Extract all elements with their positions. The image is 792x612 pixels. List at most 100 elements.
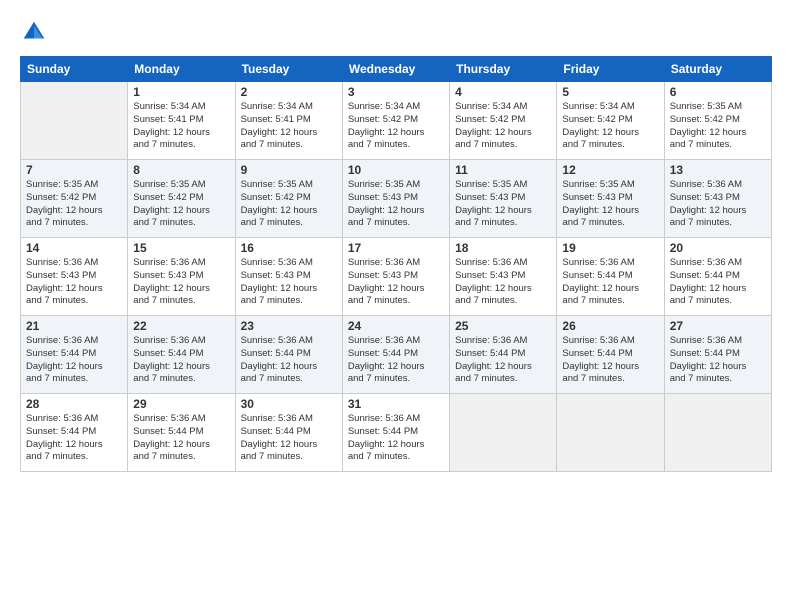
calendar-cell: 21 Sunrise: 5:36 AM Sunset: 5:44 PM Dayli… <box>21 316 128 394</box>
calendar-cell <box>450 394 557 472</box>
calendar-cell: 9 Sunrise: 5:35 AM Sunset: 5:42 PM Daylig… <box>235 160 342 238</box>
day-number: 20 <box>670 241 766 255</box>
calendar-header-saturday: Saturday <box>664 57 771 82</box>
calendar-week-row: 7Sunrise: 5:35 AM Sunset: 5:42 PM Daylig… <box>21 160 772 238</box>
day-info: Sunrise: 5:36 AM Sunset: 5:44 PM Dayligh… <box>133 335 229 386</box>
day-number: 31 <box>348 397 444 411</box>
calendar-cell: 2Sunrise: 5:34 AM Sunset: 5:41 PM Daylig… <box>235 82 342 160</box>
day-info: Sunrise: 5:36 AM Sunset: 5:44 PM Dayligh… <box>26 335 122 386</box>
day-number: 28 <box>26 397 122 411</box>
calendar-cell: 20 Sunrise: 5:36 AM Sunset: 5:44 PM Dayli… <box>664 238 771 316</box>
day-number: 18 <box>455 241 551 255</box>
calendar-cell: 1 Sunrise: 5:34 AM Sunset: 5:41 PM Daylig… <box>128 82 235 160</box>
day-info: Sunrise: 5:36 AM Sunset: 5:44 PM Dayligh… <box>455 335 551 386</box>
calendar-header-wednesday: Wednesday <box>342 57 449 82</box>
day-info: Sunrise: 5:36 AM Sunset: 5:43 PM Dayligh… <box>348 257 444 308</box>
calendar-cell: 31 Sunrise: 5:36 AM Sunset: 5:44 PM Dayli… <box>342 394 449 472</box>
calendar-week-row: 1 Sunrise: 5:34 AM Sunset: 5:41 PM Daylig… <box>21 82 772 160</box>
day-info: Sunrise: 5:35 AM Sunset: 5:42 PM Dayligh… <box>133 179 229 230</box>
day-number: 27 <box>670 319 766 333</box>
day-info: Sunrise: 5:36 AM Sunset: 5:43 PM Dayligh… <box>133 257 229 308</box>
day-info: Sunrise: 5:34 AM Sunset: 5:42 PM Dayligh… <box>562 101 658 152</box>
day-number: 9 <box>241 163 337 177</box>
day-number: 17 <box>348 241 444 255</box>
header <box>20 18 772 46</box>
calendar-cell: 28 Sunrise: 5:36 AM Sunset: 5:44 PM Dayli… <box>21 394 128 472</box>
calendar-header-sunday: Sunday <box>21 57 128 82</box>
day-info: Sunrise: 5:34 AM Sunset: 5:41 PM Dayligh… <box>241 101 337 152</box>
calendar-cell: 29 Sunrise: 5:36 AM Sunset: 5:44 PM Dayli… <box>128 394 235 472</box>
day-number: 1 <box>133 85 229 99</box>
logo-icon <box>20 18 48 46</box>
day-info: Sunrise: 5:35 AM Sunset: 5:42 PM Dayligh… <box>26 179 122 230</box>
calendar-week-row: 14Sunrise: 5:36 AM Sunset: 5:43 PM Dayli… <box>21 238 772 316</box>
day-number: 30 <box>241 397 337 411</box>
calendar-cell: 27 Sunrise: 5:36 AM Sunset: 5:44 PM Dayli… <box>664 316 771 394</box>
day-info: Sunrise: 5:36 AM Sunset: 5:44 PM Dayligh… <box>670 257 766 308</box>
calendar-cell: 17 Sunrise: 5:36 AM Sunset: 5:43 PM Dayli… <box>342 238 449 316</box>
day-number: 10 <box>348 163 444 177</box>
calendar-cell: 18 Sunrise: 5:36 AM Sunset: 5:43 PM Dayli… <box>450 238 557 316</box>
day-number: 24 <box>348 319 444 333</box>
calendar-cell: 30 Sunrise: 5:36 AM Sunset: 5:44 PM Dayli… <box>235 394 342 472</box>
day-info: Sunrise: 5:34 AM Sunset: 5:41 PM Dayligh… <box>133 101 229 152</box>
calendar-cell: 24 Sunrise: 5:36 AM Sunset: 5:44 PM Dayli… <box>342 316 449 394</box>
calendar-cell: 7Sunrise: 5:35 AM Sunset: 5:42 PM Daylig… <box>21 160 128 238</box>
calendar-cell: 5 Sunrise: 5:34 AM Sunset: 5:42 PM Daylig… <box>557 82 664 160</box>
day-info: Sunrise: 5:36 AM Sunset: 5:44 PM Dayligh… <box>562 335 658 386</box>
calendar-cell: 3Sunrise: 5:34 AM Sunset: 5:42 PM Daylig… <box>342 82 449 160</box>
day-info: Sunrise: 5:35 AM Sunset: 5:42 PM Dayligh… <box>670 101 766 152</box>
day-number: 29 <box>133 397 229 411</box>
calendar-cell: 14Sunrise: 5:36 AM Sunset: 5:43 PM Dayli… <box>21 238 128 316</box>
calendar-cell: 13 Sunrise: 5:36 AM Sunset: 5:43 PM Dayli… <box>664 160 771 238</box>
calendar-cell: 15 Sunrise: 5:36 AM Sunset: 5:43 PM Dayli… <box>128 238 235 316</box>
calendar-cell: 12 Sunrise: 5:35 AM Sunset: 5:43 PM Dayli… <box>557 160 664 238</box>
day-number: 15 <box>133 241 229 255</box>
calendar-cell: 23Sunrise: 5:36 AM Sunset: 5:44 PM Dayli… <box>235 316 342 394</box>
day-number: 13 <box>670 163 766 177</box>
day-info: Sunrise: 5:36 AM Sunset: 5:44 PM Dayligh… <box>26 413 122 464</box>
day-number: 6 <box>670 85 766 99</box>
page: SundayMondayTuesdayWednesdayThursdayFrid… <box>0 0 792 612</box>
day-info: Sunrise: 5:35 AM Sunset: 5:43 PM Dayligh… <box>562 179 658 230</box>
calendar-header-monday: Monday <box>128 57 235 82</box>
calendar-header-friday: Friday <box>557 57 664 82</box>
day-number: 11 <box>455 163 551 177</box>
calendar-cell <box>557 394 664 472</box>
calendar-cell: 19Sunrise: 5:36 AM Sunset: 5:44 PM Dayli… <box>557 238 664 316</box>
day-info: Sunrise: 5:36 AM Sunset: 5:43 PM Dayligh… <box>26 257 122 308</box>
day-number: 21 <box>26 319 122 333</box>
day-number: 26 <box>562 319 658 333</box>
day-info: Sunrise: 5:36 AM Sunset: 5:44 PM Dayligh… <box>348 413 444 464</box>
logo <box>20 18 52 46</box>
day-info: Sunrise: 5:36 AM Sunset: 5:43 PM Dayligh… <box>455 257 551 308</box>
day-number: 16 <box>241 241 337 255</box>
day-number: 22 <box>133 319 229 333</box>
day-info: Sunrise: 5:35 AM Sunset: 5:43 PM Dayligh… <box>348 179 444 230</box>
day-info: Sunrise: 5:36 AM Sunset: 5:44 PM Dayligh… <box>562 257 658 308</box>
calendar-header-row: SundayMondayTuesdayWednesdayThursdayFrid… <box>21 57 772 82</box>
calendar-cell: 8 Sunrise: 5:35 AM Sunset: 5:42 PM Daylig… <box>128 160 235 238</box>
day-number: 5 <box>562 85 658 99</box>
day-info: Sunrise: 5:36 AM Sunset: 5:44 PM Dayligh… <box>241 413 337 464</box>
day-number: 12 <box>562 163 658 177</box>
day-info: Sunrise: 5:34 AM Sunset: 5:42 PM Dayligh… <box>455 101 551 152</box>
calendar-cell: 26 Sunrise: 5:36 AM Sunset: 5:44 PM Dayli… <box>557 316 664 394</box>
day-info: Sunrise: 5:36 AM Sunset: 5:44 PM Dayligh… <box>133 413 229 464</box>
day-info: Sunrise: 5:36 AM Sunset: 5:44 PM Dayligh… <box>348 335 444 386</box>
calendar-cell: 10 Sunrise: 5:35 AM Sunset: 5:43 PM Dayli… <box>342 160 449 238</box>
day-number: 4 <box>455 85 551 99</box>
day-info: Sunrise: 5:35 AM Sunset: 5:42 PM Dayligh… <box>241 179 337 230</box>
day-info: Sunrise: 5:35 AM Sunset: 5:43 PM Dayligh… <box>455 179 551 230</box>
day-number: 8 <box>133 163 229 177</box>
calendar-week-row: 28 Sunrise: 5:36 AM Sunset: 5:44 PM Dayli… <box>21 394 772 472</box>
calendar-table: SundayMondayTuesdayWednesdayThursdayFrid… <box>20 56 772 472</box>
day-info: Sunrise: 5:36 AM Sunset: 5:44 PM Dayligh… <box>670 335 766 386</box>
day-number: 23 <box>241 319 337 333</box>
calendar-cell <box>664 394 771 472</box>
calendar-header-thursday: Thursday <box>450 57 557 82</box>
day-info: Sunrise: 5:36 AM Sunset: 5:43 PM Dayligh… <box>241 257 337 308</box>
calendar-cell: 11 Sunrise: 5:35 AM Sunset: 5:43 PM Dayli… <box>450 160 557 238</box>
day-info: Sunrise: 5:36 AM Sunset: 5:43 PM Dayligh… <box>670 179 766 230</box>
calendar-cell: 16 Sunrise: 5:36 AM Sunset: 5:43 PM Dayli… <box>235 238 342 316</box>
